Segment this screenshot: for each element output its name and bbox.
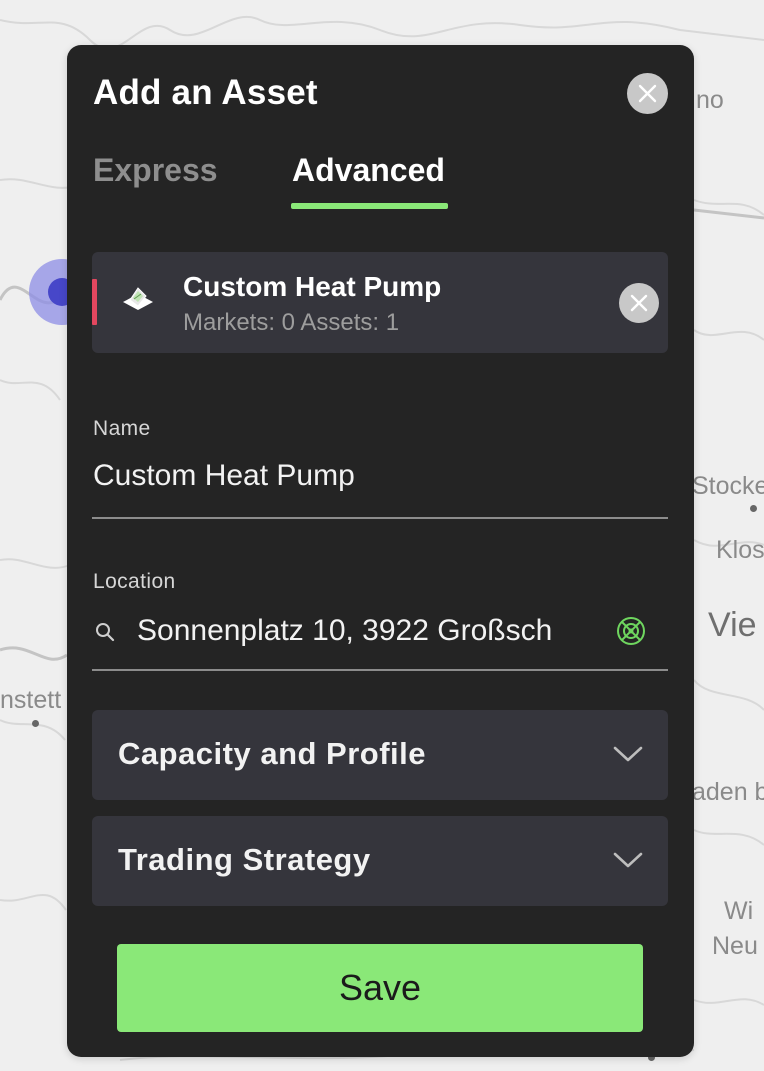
section-label: Trading Strategy: [118, 842, 371, 877]
capacity-profile-section[interactable]: Capacity and Profile: [92, 710, 668, 800]
map-label: Stocke: [692, 472, 764, 500]
trading-strategy-section[interactable]: Trading Strategy: [92, 816, 668, 906]
location-field-underline: [92, 669, 668, 671]
map-label: aden b: [692, 778, 764, 806]
asset-card-accent: [92, 279, 97, 325]
location-input[interactable]: Sonnenplatz 10, 3922 Großsch: [137, 614, 571, 648]
location-field-label: Location: [93, 570, 176, 593]
close-icon: [638, 84, 657, 103]
name-field[interactable]: [93, 459, 668, 493]
tab-advanced[interactable]: Advanced: [292, 152, 445, 189]
heat-pump-icon: [123, 287, 153, 310]
selected-asset-card[interactable]: Custom Heat Pump Markets: 0 Assets: 1: [92, 252, 668, 353]
asset-card-subtitle: Markets: 0 Assets: 1: [183, 309, 400, 336]
map-label: Neu: [712, 932, 758, 960]
add-asset-dialog: Add an Asset Express Advanced Custom Hea…: [67, 45, 694, 1057]
close-icon: [630, 294, 648, 312]
map-label: Vie: [708, 606, 757, 644]
tab-express[interactable]: Express: [93, 152, 218, 189]
map-label: Klos: [716, 536, 764, 564]
name-field-underline: [92, 517, 668, 519]
chevron-down-icon: [613, 852, 643, 868]
map-label: no: [696, 86, 724, 114]
section-label: Capacity and Profile: [118, 736, 427, 771]
active-tab-indicator: [291, 203, 448, 209]
map-label: Wi: [724, 897, 754, 925]
map-city-dot: [750, 505, 757, 512]
remove-asset-button[interactable]: [619, 283, 659, 323]
map-city-dot: [32, 720, 39, 727]
locate-icon[interactable]: [613, 613, 649, 649]
close-dialog-button[interactable]: [627, 73, 668, 114]
save-button[interactable]: Save: [117, 944, 643, 1032]
search-icon: [96, 623, 115, 642]
asset-card-title: Custom Heat Pump: [183, 271, 442, 302]
name-field-label: Name: [93, 417, 151, 440]
chevron-down-icon: [613, 746, 643, 762]
dialog-title: Add an Asset: [93, 73, 318, 112]
map-label: nstett: [0, 686, 62, 714]
